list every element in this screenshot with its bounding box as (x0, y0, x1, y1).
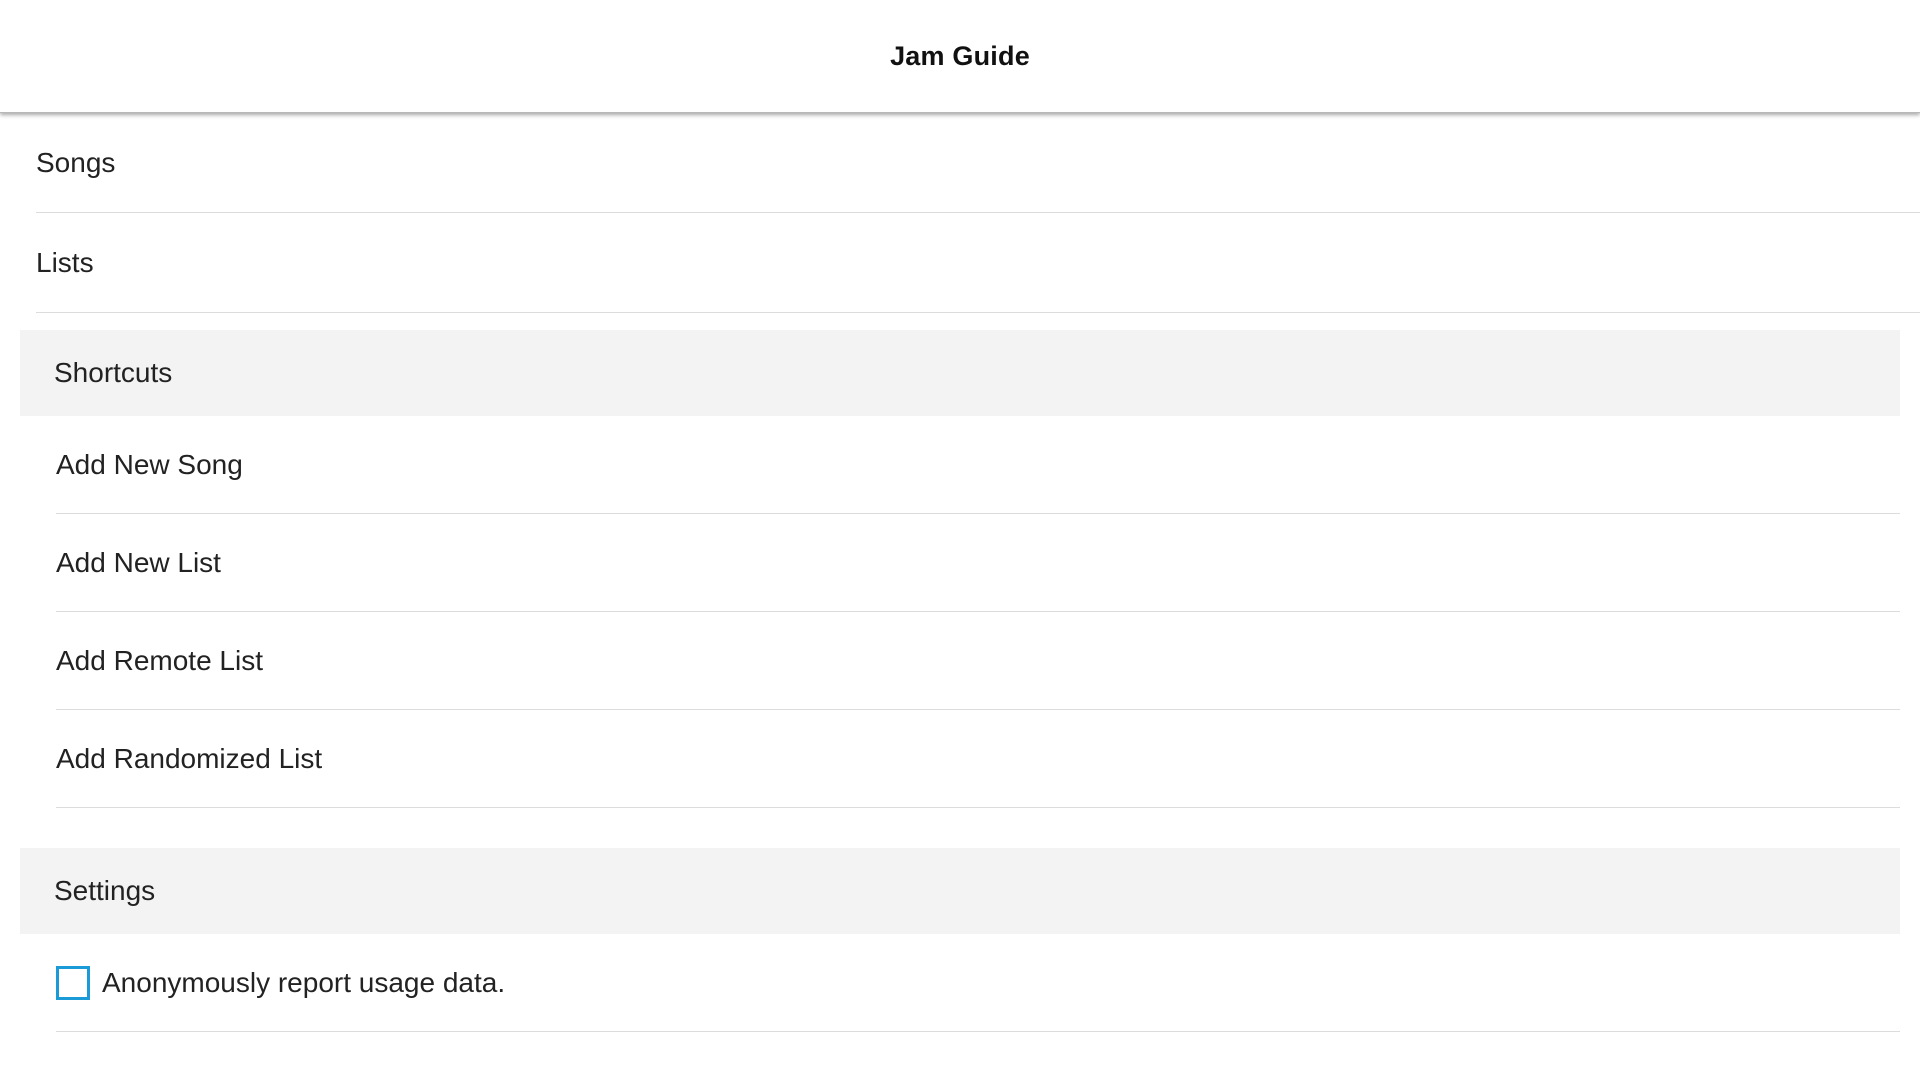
nav-item-lists[interactable]: Lists (36, 213, 1920, 313)
page-title: Jam Guide (890, 40, 1030, 71)
shortcuts-list: Add New Song Add New List Add Remote Lis… (0, 416, 1900, 808)
usage-data-label: Anonymously report usage data. (102, 966, 506, 998)
section-header-shortcuts: Shortcuts (20, 330, 1900, 416)
nav-item-songs[interactable]: Songs (36, 113, 1920, 213)
shortcut-add-randomized-list[interactable]: Add Randomized List (56, 710, 1900, 808)
shortcut-add-new-list[interactable]: Add New List (56, 514, 1900, 612)
settings-list: Anonymously report usage data. (0, 934, 1900, 1032)
usage-data-checkbox[interactable] (56, 965, 90, 1000)
usage-data-setting[interactable]: Anonymously report usage data. (56, 934, 1900, 1032)
shortcut-add-remote-list[interactable]: Add Remote List (56, 612, 1900, 710)
main-content: Songs Lists Shortcuts Add New Song Add N… (0, 113, 1920, 1032)
section-header-settings: Settings (20, 848, 1900, 934)
shortcut-add-new-song[interactable]: Add New Song (56, 416, 1900, 514)
app-bar: Jam Guide (0, 0, 1920, 113)
